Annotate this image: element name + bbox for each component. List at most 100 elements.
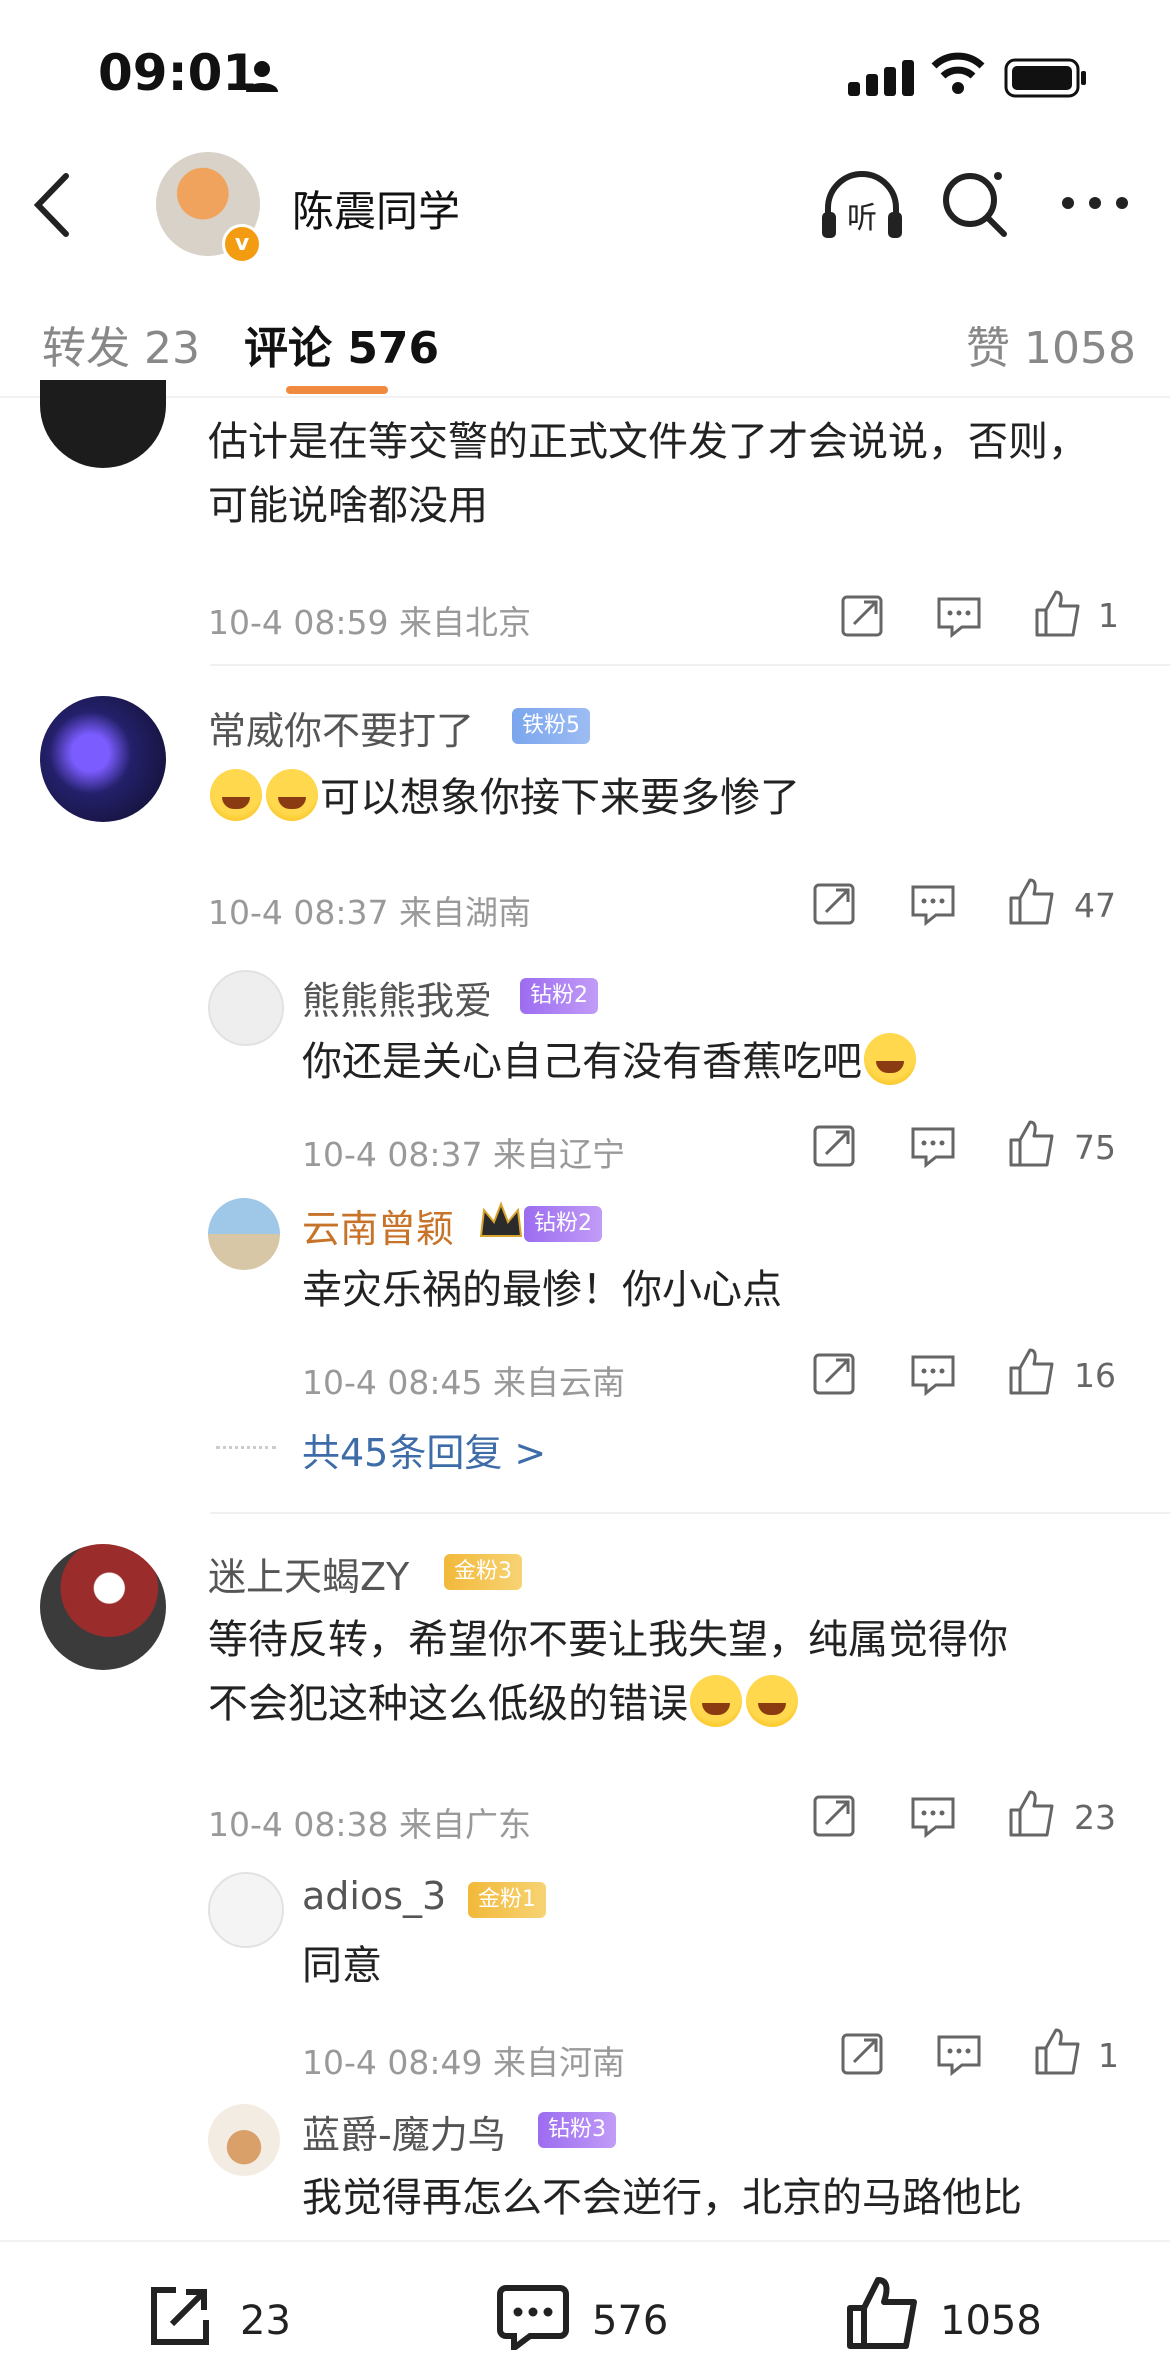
username[interactable]: 迷上天蝎ZY [208, 1546, 409, 1601]
username[interactable]: adios_3 [302, 1874, 446, 1918]
listen-icon[interactable]: 听 [820, 170, 904, 242]
comment-text: 估计是在等交警的正式文件发了才会说说，否则，可能说啥都没用 [208, 419, 1088, 529]
location: 来自北京 [399, 603, 531, 642]
time: 10-4 08:37 [208, 893, 389, 932]
time: 10-4 08:49 [302, 2043, 483, 2082]
comment-icon[interactable] [910, 1126, 956, 1168]
comment-text: 我觉得再怎么不会逆行，北京的马路他比 [302, 2175, 1022, 2221]
comment-time: 10-4 08:37 来自湖南 [208, 886, 531, 934]
tab-likes[interactable]: 赞 1058 [966, 312, 1136, 376]
comment-time: 10-4 08:49 来自河南 [302, 2036, 625, 2084]
laugh-cry-emoji-icon [210, 769, 262, 821]
avatar[interactable] [208, 1198, 280, 1270]
like-icon[interactable] [1008, 1788, 1056, 1838]
back-icon[interactable] [30, 170, 74, 240]
comment-icon[interactable] [496, 2284, 570, 2350]
time: 10-4 08:59 [208, 603, 389, 642]
comment-text: 同意 [302, 1943, 382, 1989]
like-icon[interactable] [1008, 1346, 1056, 1396]
comment-icon[interactable] [910, 884, 956, 926]
location: 来自湖南 [399, 893, 531, 932]
time: 10-4 08:38 [208, 1805, 389, 1844]
divider [210, 1512, 1170, 1514]
crown-icon [479, 1201, 523, 1237]
person-icon [246, 61, 278, 92]
like-count: 1 [1098, 2036, 1119, 2075]
comment-time: 10-4 08:38 来自广东 [208, 1798, 531, 1846]
avatar[interactable] [208, 970, 284, 1046]
fan-badge: 钻粉3 [538, 2112, 616, 2148]
username[interactable]: 蓝爵-魔力鸟 [302, 2104, 506, 2159]
tab-comments[interactable]: 评论 576 [244, 312, 439, 376]
fan-badge: 钻粉2 [520, 978, 598, 1014]
fan-badge: 铁粉5 [512, 708, 590, 744]
username[interactable]: 云南曾颖 [302, 1198, 454, 1253]
share-icon[interactable] [812, 882, 856, 926]
more-icon[interactable] [1060, 196, 1130, 210]
page-title[interactable]: 陈震同学 [292, 178, 460, 239]
comment-count[interactable]: 576 [592, 2298, 668, 2344]
verified-icon: v [222, 224, 262, 264]
avatar[interactable] [40, 1544, 166, 1670]
battery-icon [1004, 58, 1086, 98]
comment-icon[interactable] [936, 596, 982, 638]
like-count: 47 [1074, 886, 1116, 925]
location: 来自河南 [493, 2043, 625, 2082]
wifi-icon [931, 52, 985, 94]
location: 来自辽宁 [493, 1135, 625, 1174]
comment-text: 幸灾乐祸的最惨！你小心点 [302, 1267, 782, 1313]
like-count: 75 [1074, 1128, 1116, 1167]
laugh-cry-emoji-icon [266, 769, 318, 821]
comment-text: 可以想象你接下来要多惨了 [208, 766, 800, 830]
avatar[interactable] [208, 1872, 284, 1948]
username[interactable]: 常威你不要打了 [208, 700, 474, 755]
comment-time: 10-4 08:45 来自云南 [302, 1356, 625, 1404]
like-icon[interactable] [1008, 876, 1056, 926]
status-time: 09:01 [98, 44, 258, 102]
time: 10-4 08:37 [302, 1135, 483, 1174]
like-icon[interactable] [1008, 1118, 1056, 1168]
share-icon[interactable] [840, 594, 884, 638]
comment-time: 10-4 08:37 来自辽宁 [302, 1128, 625, 1176]
username[interactable]: 熊熊熊我爱 [302, 970, 492, 1025]
share-icon[interactable] [812, 1124, 856, 1168]
divider [0, 396, 1170, 398]
tab-repost[interactable]: 转发 23 [42, 312, 200, 376]
comment-text: 你还是关心自己有没有香蕉吃吧 [302, 1030, 918, 1094]
fan-badge: 金粉3 [444, 1554, 522, 1590]
location: 来自云南 [493, 1363, 625, 1402]
time: 10-4 08:45 [302, 1363, 483, 1402]
fan-badge: 钻粉2 [524, 1206, 602, 1242]
fan-badge: 金粉1 [468, 1882, 546, 1918]
location: 来自广东 [399, 1805, 531, 1844]
share-icon[interactable] [812, 1352, 856, 1396]
smirk-emoji-icon [746, 1675, 798, 1727]
share-icon[interactable] [840, 2032, 884, 2076]
search-icon[interactable] [940, 168, 1010, 238]
share-icon[interactable] [148, 2284, 212, 2348]
grin-emoji-icon [864, 1033, 916, 1085]
divider [216, 1446, 276, 1449]
share-icon[interactable] [812, 1794, 856, 1838]
avatar[interactable] [40, 696, 166, 822]
like-count[interactable]: 1058 [940, 2298, 1042, 2344]
like-count: 1 [1098, 596, 1119, 635]
like-icon[interactable] [846, 2274, 920, 2350]
bottom-action-bar: 23 576 1058 [0, 2240, 1170, 2373]
signal-icon [848, 60, 914, 96]
comment-time: 10-4 08:59 来自北京 [208, 596, 531, 644]
like-icon[interactable] [1034, 588, 1082, 638]
comment-icon[interactable] [910, 1354, 956, 1396]
more-replies-link[interactable]: 共45条回复 > [302, 1422, 546, 1477]
comment-icon[interactable] [910, 1796, 956, 1838]
comment-text: 等待反转，希望你不要让我失望，纯属觉得你 不会犯这种这么低级的错误 [208, 1617, 1008, 1727]
like-count: 16 [1074, 1356, 1116, 1395]
like-count: 23 [1074, 1798, 1116, 1837]
avatar[interactable] [40, 380, 166, 468]
avatar[interactable] [208, 2104, 280, 2176]
repost-count[interactable]: 23 [240, 2298, 291, 2344]
divider [210, 664, 1170, 666]
like-icon[interactable] [1034, 2026, 1082, 2076]
laugh-cry-emoji-icon [690, 1675, 742, 1727]
comment-icon[interactable] [936, 2034, 982, 2076]
